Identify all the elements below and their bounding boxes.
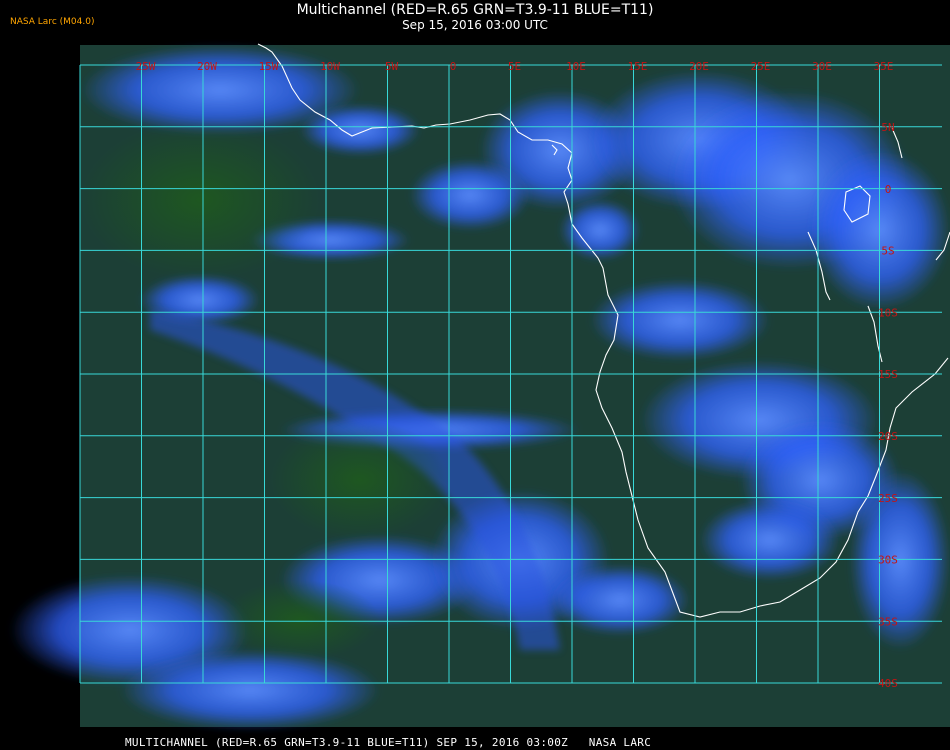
cloud-region <box>850 470 950 650</box>
latitude-label: 20S <box>878 430 898 443</box>
longitude-label: 25W <box>136 60 156 73</box>
latitude-label: 0 <box>885 183 892 196</box>
clear-ocean-region <box>220 580 380 660</box>
latitude-label: 5N <box>881 121 894 134</box>
longitude-label: 20W <box>197 60 217 73</box>
longitude-label: 25E <box>751 60 771 73</box>
cloud-region <box>120 650 380 730</box>
longitude-label: 20E <box>689 60 709 73</box>
latitude-label: 10S <box>878 306 898 319</box>
clear-ocean-region <box>270 420 450 540</box>
latitude-label: 30S <box>878 554 898 567</box>
cloud-region <box>700 500 840 580</box>
latitude-label: 40S <box>878 677 898 690</box>
longitude-label: 35E <box>874 60 894 73</box>
latitude-label: 5S <box>881 245 894 258</box>
longitude-label: 15E <box>628 60 648 73</box>
longitude-label: 5E <box>508 60 521 73</box>
longitude-label: 10W <box>320 60 340 73</box>
longitude-label: 10E <box>566 60 586 73</box>
latitude-label: 35S <box>878 615 898 628</box>
longitude-label: 5W <box>385 60 399 73</box>
longitude-label: 0 <box>450 60 457 73</box>
longitude-label: 30E <box>812 60 832 73</box>
cloud-region <box>550 565 690 635</box>
cloud-region <box>410 160 530 230</box>
latitude-label: 15S <box>878 368 898 381</box>
longitude-label: 15W <box>259 60 279 73</box>
footer-caption: MULTICHANNEL (RED=R.65 GRN=T3.9-11 BLUE=… <box>125 736 652 749</box>
cloud-region <box>300 105 420 155</box>
clear-ocean-region <box>80 120 320 280</box>
satellite-map: 25W 20W 15W 10W 5W 0 5E 10E 15E 20E 25E 30E 35E 5N 0 5… <box>10 43 950 730</box>
latitude-label: 25S <box>878 492 898 505</box>
